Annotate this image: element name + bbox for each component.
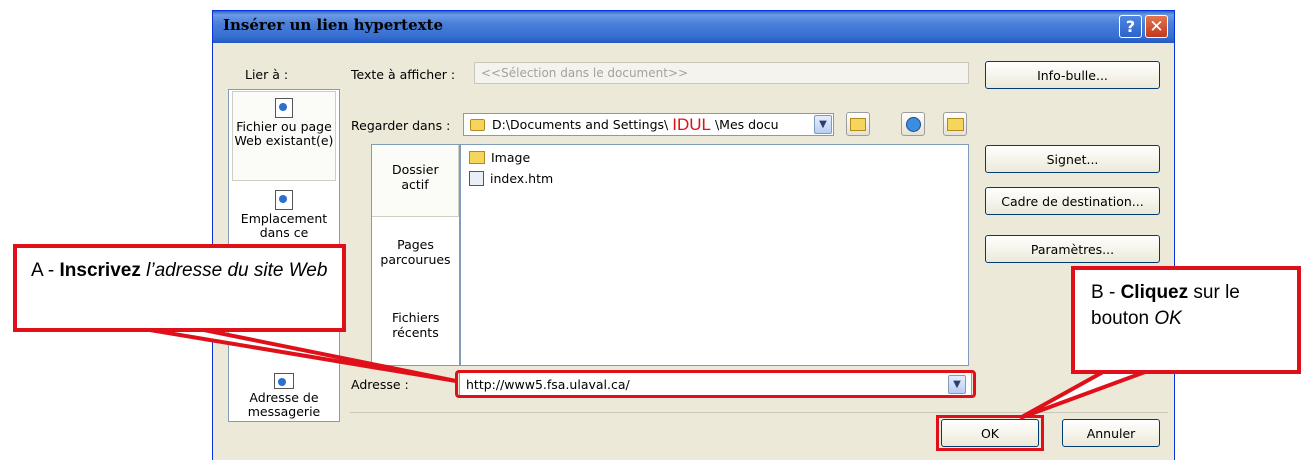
address-highlight (455, 370, 976, 398)
callout-a-bold: Inscrivez (59, 260, 141, 281)
callout-b-prefix: B - (1091, 282, 1121, 303)
callout-a-italic: l’adresse du site Web (146, 260, 328, 281)
callout-a: A - Inscrivez l’adresse du site Web (13, 244, 346, 332)
ok-highlight (936, 415, 1044, 451)
callout-b-pointer (1019, 370, 1146, 420)
callout-a-pointer (149, 328, 457, 383)
callout-a-prefix: A - (31, 260, 60, 281)
callout-b-italic: OK (1154, 308, 1182, 329)
callout-b: B - Cliquez sur le bouton OK (1071, 266, 1301, 374)
callout-b-bold: Cliquez (1120, 282, 1189, 303)
